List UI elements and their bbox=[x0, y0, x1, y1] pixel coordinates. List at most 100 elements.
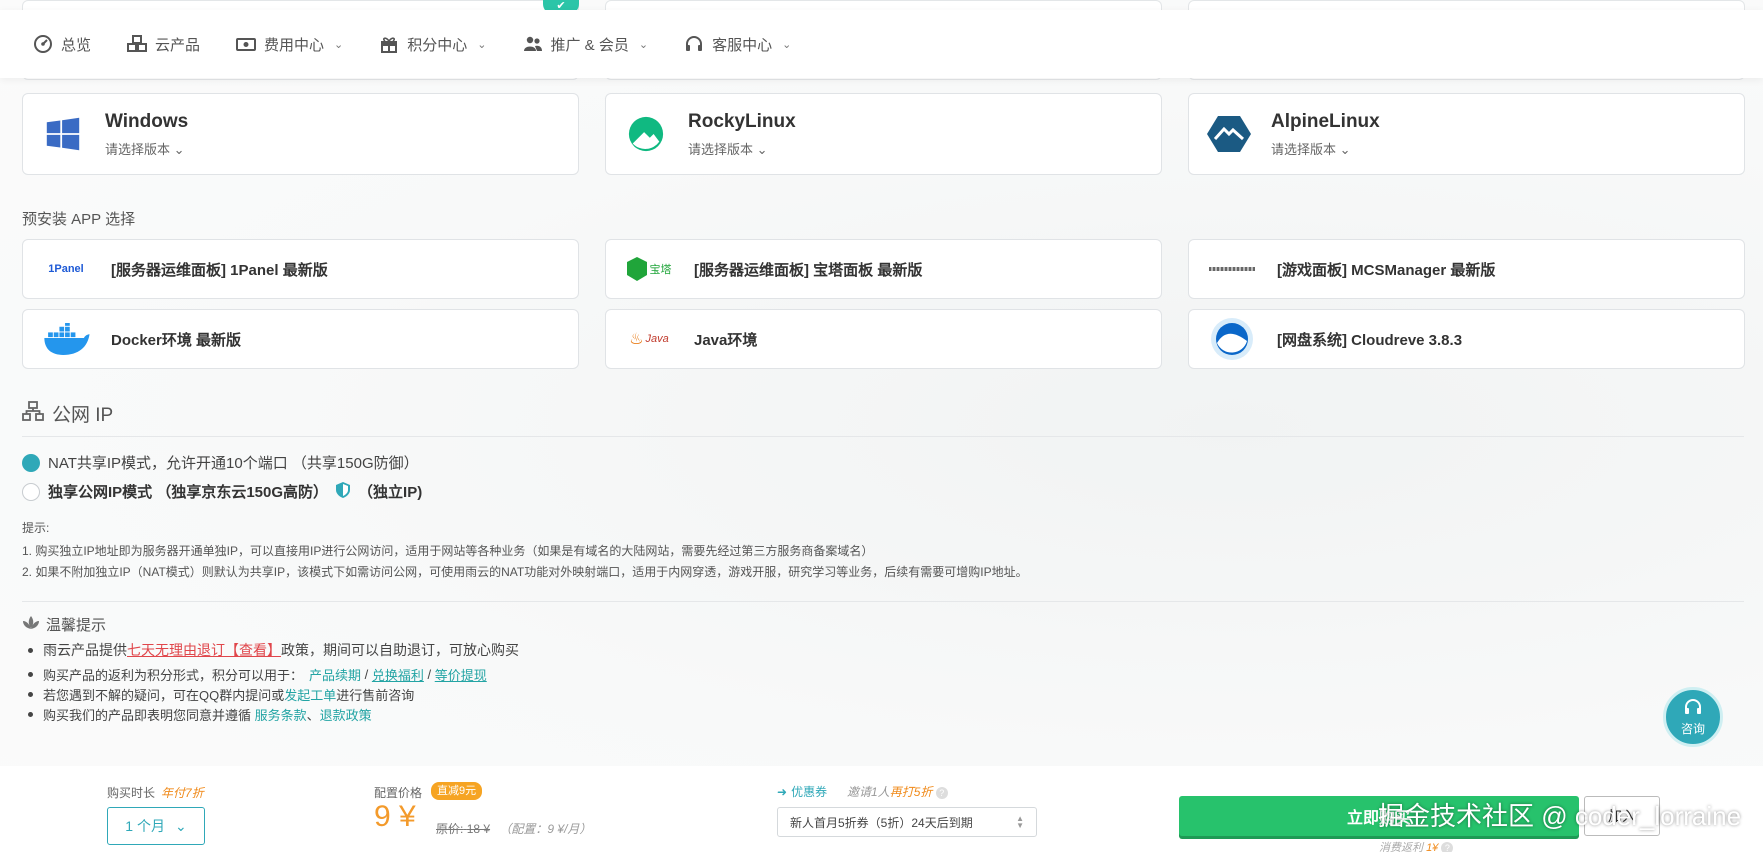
lotus-icon bbox=[22, 615, 40, 634]
chevron-down-icon: ⌄ bbox=[1339, 141, 1351, 157]
app-card-1panel[interactable]: 1Panel [服务器运维面板] 1Panel 最新版 bbox=[22, 239, 579, 299]
nav-overview[interactable]: 总览 bbox=[33, 34, 91, 55]
radio-unselected[interactable] bbox=[22, 482, 40, 501]
coupon-label: ➜ 优惠券 bbox=[777, 784, 828, 800]
users-icon bbox=[523, 34, 543, 54]
chevron-down-icon: ⌄ bbox=[782, 38, 792, 51]
rockylinux-logo-icon bbox=[624, 112, 668, 156]
nav-billing[interactable]: 费用中心 ⌄ bbox=[236, 34, 343, 55]
duration-value: 1 个月 bbox=[125, 818, 165, 834]
coupon-hint: 邀请1人再打5折 ? bbox=[847, 783, 948, 800]
terms-link[interactable]: 服务条款 bbox=[255, 705, 307, 724]
warm-line-points: 购买产品的返利为积分形式，积分可以用于： 产品续期 / 兑换福利 / 等价提现 bbox=[28, 665, 487, 684]
os-name: AlpineLinux bbox=[1271, 110, 1380, 132]
duration-promo: 年付7折 bbox=[161, 786, 204, 800]
separator: 、 bbox=[306, 708, 320, 723]
watermark: 掘金技术社区 @ coder_lorraine bbox=[1378, 801, 1742, 831]
os-card-windows[interactable]: Windows 请选择版本 ⌄ bbox=[22, 93, 579, 175]
withdraw-link[interactable]: 等价提现 bbox=[435, 665, 487, 684]
ip-option-label: 独享公网IP模式 （独享京东云150G高防） bbox=[48, 484, 329, 501]
app-section-label: 预安装 APP 选择 bbox=[22, 211, 136, 228]
redeem-link[interactable]: 兑换福利 bbox=[372, 665, 424, 684]
os-card-rockylinux[interactable]: RockyLinux 请选择版本 ⌄ bbox=[605, 93, 1162, 175]
mcsmanager-logo-icon bbox=[1203, 249, 1261, 289]
os-name: Windows bbox=[105, 110, 189, 132]
chevron-down-icon: ⌄ bbox=[334, 38, 344, 51]
app-card-mcsmanager[interactable]: [游戏面板] MCSManager 最新版 bbox=[1188, 239, 1745, 299]
version-select[interactable]: 请选择版本 ⌄ bbox=[688, 139, 796, 158]
consult-button[interactable]: 咨询 bbox=[1663, 687, 1723, 747]
ip-option-nat[interactable]: NAT共享IP模式，允许开通10个端口 （共享150G防御） bbox=[22, 452, 419, 473]
version-select[interactable]: 请选择版本 ⌄ bbox=[105, 139, 188, 158]
nav-promotion[interactable]: 推广 & 会员 ⌄ bbox=[523, 34, 648, 55]
money-icon bbox=[236, 34, 257, 54]
top-nav: 总览 云产品 费用中心 ⌄ 积分中心 ⌄ 推广 & 会员 ⌄ 客服中心 ⌄ bbox=[0, 10, 1763, 78]
os-card-alpinelinux[interactable]: AlpineLinux 请选择版本 ⌄ bbox=[1188, 93, 1745, 175]
warm-line-support: 若您遇到不解的疑问，可在QQ群内提问或 发起工单 进行售前咨询 bbox=[28, 685, 414, 704]
version-placeholder: 请选择版本 bbox=[688, 141, 754, 157]
1panel-logo-icon: 1Panel bbox=[48, 263, 84, 275]
coupon-value: 新人首月5折券（5折）24天后到期 bbox=[790, 815, 973, 830]
radio-selected[interactable] bbox=[22, 453, 40, 472]
help-icon: ? bbox=[935, 787, 948, 799]
nav-label: 积分中心 bbox=[407, 36, 468, 54]
ip-option-dedicated[interactable]: 独享公网IP模式 （独享京东云150G高防） （独立IP) bbox=[22, 481, 422, 502]
app-name: [游戏面板] MCSManager 最新版 bbox=[1277, 261, 1496, 279]
separator: / bbox=[361, 667, 372, 682]
cloudreve-logo-icon bbox=[1203, 318, 1261, 360]
tip-line-1: 1. 购买独立IP地址即为服务器开通单独IP，可以直接用IP进行公网访问，适用于… bbox=[22, 544, 874, 558]
windows-logo-icon bbox=[41, 112, 85, 156]
baota-logo-icon: 宝塔 bbox=[620, 249, 678, 289]
nav-label: 云产品 bbox=[155, 36, 201, 54]
text: 进行售前咨询 bbox=[336, 688, 415, 703]
cubes-icon bbox=[127, 34, 148, 54]
warm-tips-title: 温馨提示 bbox=[22, 614, 106, 635]
nav-label: 客服中心 bbox=[712, 36, 773, 54]
app-card-docker[interactable]: Docker环境 最新版 bbox=[22, 309, 579, 369]
original-price: 原价: 18 ¥ （配置：9 ¥/月） bbox=[436, 822, 592, 836]
app-card-java[interactable]: ♨ Java Java环境 bbox=[605, 309, 1162, 369]
coupon-icon: ➜ bbox=[777, 784, 788, 799]
refund-terms-link[interactable]: 退款政策 bbox=[320, 705, 372, 724]
app-name: [服务器运维面板] 1Panel 最新版 bbox=[111, 261, 328, 279]
price-label: 配置价格 bbox=[374, 786, 423, 800]
chevron-down-icon: ⌄ bbox=[477, 38, 487, 51]
nav-label: 费用中心 bbox=[264, 36, 325, 54]
duration-select[interactable]: 1 个月 ⌄ bbox=[107, 807, 205, 845]
nav-label: 总览 bbox=[61, 36, 92, 54]
nav-label: 推广 & 会员 bbox=[550, 36, 629, 54]
bullet bbox=[28, 672, 33, 677]
warm-title-text: 温馨提示 bbox=[46, 617, 107, 634]
network-icon bbox=[22, 400, 44, 427]
ip-section-title: 公网 IP bbox=[22, 400, 113, 427]
renew-link[interactable]: 产品续期 bbox=[309, 665, 361, 684]
sort-arrows-icon: ▲ ▼ bbox=[1016, 814, 1024, 830]
coupon-select[interactable]: 新人首月5折券（5折）24天后到期 ▲ ▼ bbox=[777, 807, 1037, 837]
tips-heading: 提示: bbox=[22, 521, 50, 535]
headset-icon bbox=[684, 34, 704, 54]
warm-line-refund: 雨云产品提供 七天无理由退订【查看】 政策，期间可以自助退订，可放心购买 bbox=[28, 640, 519, 660]
refund-policy-link[interactable]: 七天无理由退订【查看】 bbox=[127, 640, 281, 660]
java-logo-icon: ♨ Java bbox=[629, 331, 669, 348]
version-placeholder: 请选择版本 bbox=[105, 141, 171, 157]
ip-title-text: 公网 IP bbox=[52, 405, 114, 426]
text: 雨云产品提供 bbox=[43, 642, 127, 658]
nav-support[interactable]: 客服中心 ⌄ bbox=[684, 34, 791, 55]
nav-points[interactable]: 积分中心 ⌄ bbox=[379, 34, 487, 55]
docker-logo-icon bbox=[37, 319, 95, 359]
divider bbox=[22, 436, 1744, 437]
app-card-baota[interactable]: 宝塔 [服务器运维面板] 宝塔面板 最新版 bbox=[605, 239, 1162, 299]
bullet bbox=[28, 712, 33, 717]
version-placeholder: 请选择版本 bbox=[1271, 141, 1337, 157]
bullet bbox=[28, 692, 33, 697]
headset-icon bbox=[1683, 697, 1703, 720]
ticket-link[interactable]: 发起工单 bbox=[284, 685, 336, 704]
consult-label: 咨询 bbox=[1680, 722, 1705, 736]
rebate-info: 消费返利 1¥ ? bbox=[1379, 839, 1454, 852]
shield-icon bbox=[336, 481, 351, 502]
nav-cloud-products[interactable]: 云产品 bbox=[127, 34, 200, 55]
version-select[interactable]: 请选择版本 ⌄ bbox=[1271, 139, 1380, 158]
text: 若您遇到不解的疑问，可在QQ群内提问或 bbox=[43, 688, 285, 703]
app-card-cloudreve[interactable]: [网盘系统] Cloudreve 3.8.3 bbox=[1188, 309, 1745, 369]
tip-line-2: 2. 如果不附加独立IP（NAT模式）则默认为共享IP，该模式下如需访问公网，可… bbox=[22, 565, 1028, 579]
